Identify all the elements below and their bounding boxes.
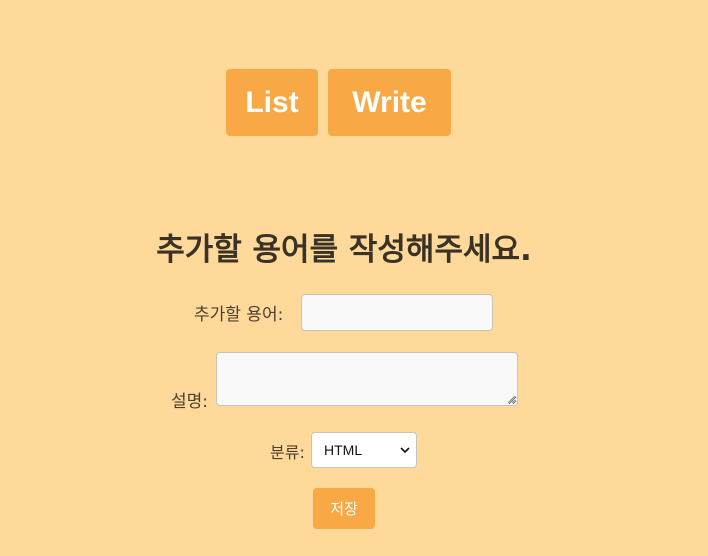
list-button[interactable]: List [226, 69, 318, 136]
write-button[interactable]: Write [328, 69, 451, 136]
description-textarea[interactable] [216, 352, 518, 406]
save-button[interactable]: 저장 [313, 488, 375, 529]
category-label: 분류: [270, 443, 305, 462]
top-nav: List Write [226, 69, 451, 136]
term-input[interactable] [301, 294, 493, 331]
term-label: 추가할 용어: [194, 305, 284, 325]
category-select[interactable]: HTML [311, 432, 417, 468]
chevron-down-icon [400, 447, 410, 454]
page-title: 추가할 용어를 작성해주세요. [156, 232, 532, 268]
category-selected-value: HTML [324, 442, 363, 458]
description-label: 설명: [171, 392, 209, 412]
